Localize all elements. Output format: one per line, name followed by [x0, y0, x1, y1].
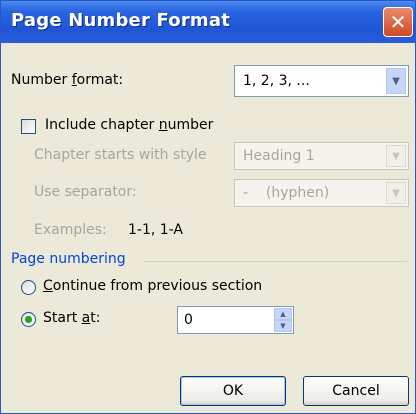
cancel-button[interactable]: Cancel: [303, 376, 409, 406]
start-at-label[interactable]: Start at:: [43, 310, 100, 326]
spinner-buttons: ▲ ▼: [274, 308, 292, 332]
close-button[interactable]: ✕: [383, 7, 413, 37]
chapter-style-label: Chapter starts with style: [34, 147, 207, 163]
number-format-dropdown[interactable]: 1, 2, 3, ... ▼: [234, 65, 409, 97]
title-bar[interactable]: Page Number Format ✕: [1, 1, 415, 43]
start-at-radio[interactable]: [21, 312, 36, 327]
spin-up-icon[interactable]: ▲: [274, 308, 292, 320]
continue-radio[interactable]: [21, 280, 36, 295]
chevron-down-icon[interactable]: ▼: [386, 145, 406, 167]
number-format-label: Number format:: [11, 72, 124, 88]
chapter-style-dropdown[interactable]: Heading 1 ▼: [234, 142, 409, 170]
dialog-title: Page Number Format: [11, 10, 231, 31]
group-divider: [143, 261, 407, 262]
number-format-value: 1, 2, 3, ...: [243, 73, 310, 89]
radio-selected-dot: [25, 316, 32, 323]
close-icon: ✕: [389, 10, 407, 34]
ok-button[interactable]: OK: [180, 376, 286, 406]
dialog-content: Number format: 1, 2, 3, ... ▼ Include ch…: [1, 43, 415, 413]
start-at-value: 0: [184, 312, 193, 328]
chevron-down-icon[interactable]: ▼: [386, 182, 406, 204]
separator-label: Use separator:: [34, 184, 137, 200]
examples-value: 1-1, 1-A: [128, 222, 183, 238]
spin-down-icon[interactable]: ▼: [274, 320, 292, 332]
include-chapter-label[interactable]: Include chapter number: [45, 117, 213, 133]
chevron-down-icon[interactable]: ▼: [386, 68, 406, 94]
chapter-style-value: Heading 1: [243, 148, 315, 164]
dialog-window: Page Number Format ✕ Number format: 1, 2…: [0, 0, 416, 414]
page-numbering-title: Page numbering: [11, 251, 126, 267]
include-chapter-checkbox[interactable]: [21, 119, 36, 134]
examples-label: Examples:: [34, 222, 107, 238]
separator-value: - (hyphen): [243, 185, 330, 201]
separator-dropdown[interactable]: - (hyphen) ▼: [234, 179, 409, 207]
start-at-spinner[interactable]: 0 ▲ ▼: [177, 306, 294, 334]
continue-label[interactable]: Continue from previous section: [43, 278, 262, 294]
